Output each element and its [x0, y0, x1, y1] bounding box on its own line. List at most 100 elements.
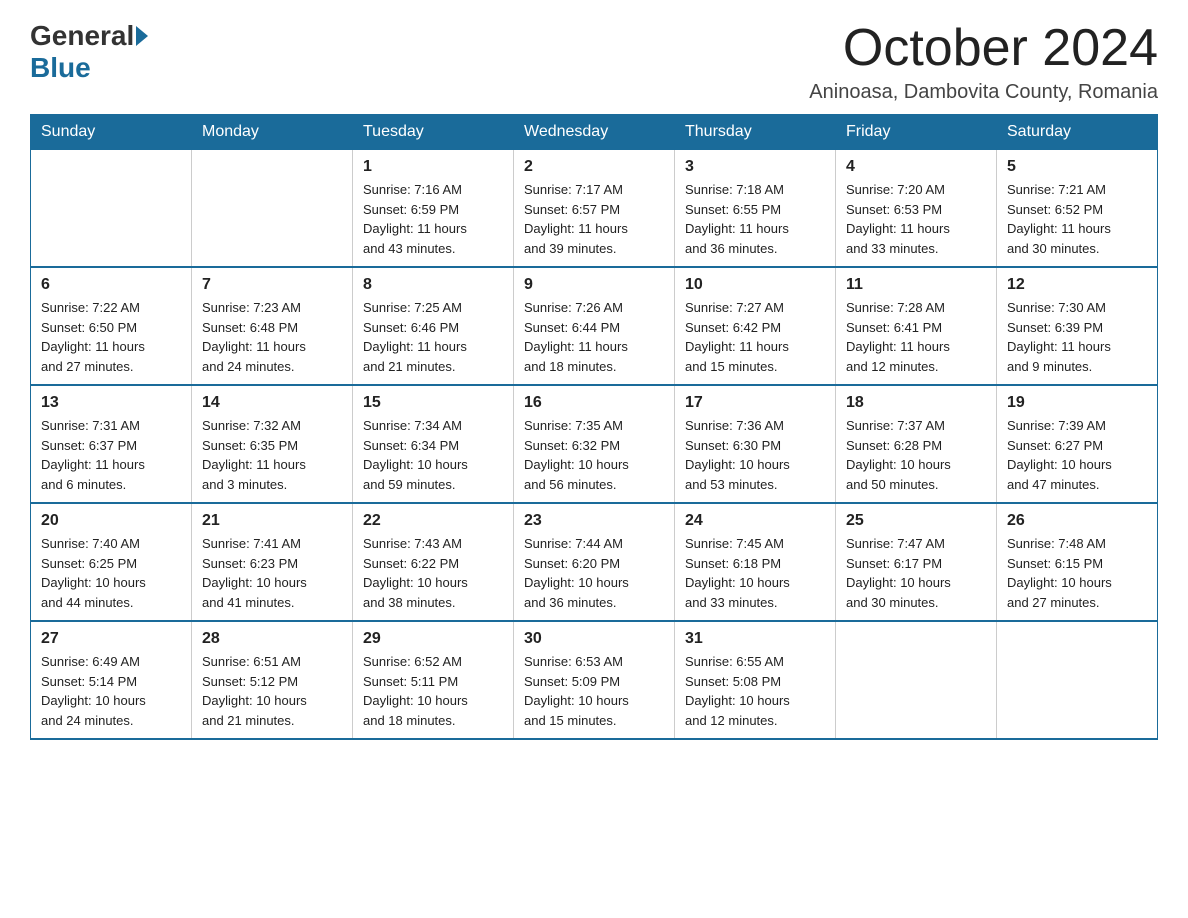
- calendar-cell: 21 Sunrise: 7:41 AMSunset: 6:23 PMDayligh…: [192, 503, 353, 621]
- day-number: 4: [846, 158, 986, 176]
- day-info: Sunrise: 6:51 AMSunset: 5:12 PMDaylight:…: [202, 652, 342, 730]
- day-info: Sunrise: 7:30 AMSunset: 6:39 PMDaylight:…: [1007, 298, 1147, 376]
- calendar-week-5: 27 Sunrise: 6:49 AMSunset: 5:14 PMDayligh…: [31, 621, 1158, 739]
- day-info: Sunrise: 7:28 AMSunset: 6:41 PMDaylight:…: [846, 298, 986, 376]
- calendar-cell: 7 Sunrise: 7:23 AMSunset: 6:48 PMDaylight…: [192, 267, 353, 385]
- day-number: 28: [202, 630, 342, 648]
- day-info: Sunrise: 7:20 AMSunset: 6:53 PMDaylight:…: [846, 180, 986, 258]
- day-info: Sunrise: 7:26 AMSunset: 6:44 PMDaylight:…: [524, 298, 664, 376]
- day-number: 14: [202, 394, 342, 412]
- day-info: Sunrise: 6:55 AMSunset: 5:08 PMDaylight:…: [685, 652, 825, 730]
- calendar-cell: 22Sunrise: 7:43 AMSunset: 6:22 PMDayligh…: [353, 503, 514, 621]
- calendar-cell: 24 Sunrise: 7:45 AMSunset: 6:18 PMDayligh…: [675, 503, 836, 621]
- location-text: Aninoasa, Dambovita County, Romania: [809, 81, 1158, 104]
- day-of-week-sunday: Sunday: [31, 115, 192, 150]
- day-number: 6: [41, 276, 181, 294]
- calendar-cell: 12Sunrise: 7:30 AMSunset: 6:39 PMDayligh…: [997, 267, 1158, 385]
- day-number: 23: [524, 512, 664, 530]
- calendar-cell: 31Sunrise: 6:55 AMSunset: 5:08 PMDayligh…: [675, 621, 836, 739]
- calendar-cell: 4 Sunrise: 7:20 AMSunset: 6:53 PMDaylight…: [836, 150, 997, 268]
- calendar-cell: 23 Sunrise: 7:44 AMSunset: 6:20 PMDayligh…: [514, 503, 675, 621]
- calendar-cell: 9Sunrise: 7:26 AMSunset: 6:44 PMDaylight…: [514, 267, 675, 385]
- calendar-cell: 25Sunrise: 7:47 AMSunset: 6:17 PMDayligh…: [836, 503, 997, 621]
- day-number: 19: [1007, 394, 1147, 412]
- calendar-cell: 11 Sunrise: 7:28 AMSunset: 6:41 PMDayligh…: [836, 267, 997, 385]
- calendar-cell: [31, 150, 192, 268]
- day-info: Sunrise: 7:22 AMSunset: 6:50 PMDaylight:…: [41, 298, 181, 376]
- calendar-header: SundayMondayTuesdayWednesdayThursdayFrid…: [31, 115, 1158, 150]
- calendar-week-2: 6 Sunrise: 7:22 AMSunset: 6:50 PMDaylight…: [31, 267, 1158, 385]
- day-info: Sunrise: 7:41 AMSunset: 6:23 PMDaylight:…: [202, 534, 342, 612]
- day-info: Sunrise: 7:39 AMSunset: 6:27 PMDaylight:…: [1007, 416, 1147, 494]
- logo-general-text: General: [30, 20, 134, 52]
- day-info: Sunrise: 7:32 AMSunset: 6:35 PMDaylight:…: [202, 416, 342, 494]
- calendar-cell: 26Sunrise: 7:48 AMSunset: 6:15 PMDayligh…: [997, 503, 1158, 621]
- calendar-cell: 1Sunrise: 7:16 AMSunset: 6:59 PMDaylight…: [353, 150, 514, 268]
- day-number: 18: [846, 394, 986, 412]
- calendar-cell: 8Sunrise: 7:25 AMSunset: 6:46 PMDaylight…: [353, 267, 514, 385]
- day-info: Sunrise: 7:27 AMSunset: 6:42 PMDaylight:…: [685, 298, 825, 376]
- day-number: 27: [41, 630, 181, 648]
- day-number: 20: [41, 512, 181, 530]
- calendar-cell: 28 Sunrise: 6:51 AMSunset: 5:12 PMDayligh…: [192, 621, 353, 739]
- day-info: Sunrise: 6:53 AMSunset: 5:09 PMDaylight:…: [524, 652, 664, 730]
- logo: General Blue: [30, 20, 150, 84]
- day-info: Sunrise: 7:31 AMSunset: 6:37 PMDaylight:…: [41, 416, 181, 494]
- day-of-week-friday: Friday: [836, 115, 997, 150]
- logo-blue-text: Blue: [30, 52, 91, 84]
- page-header: General Blue October 2024 Aninoasa, Damb…: [30, 20, 1158, 104]
- day-info: Sunrise: 7:36 AMSunset: 6:30 PMDaylight:…: [685, 416, 825, 494]
- calendar-cell: 30 Sunrise: 6:53 AMSunset: 5:09 PMDayligh…: [514, 621, 675, 739]
- calendar-cell: 13 Sunrise: 7:31 AMSunset: 6:37 PMDayligh…: [31, 385, 192, 503]
- calendar-cell: [192, 150, 353, 268]
- day-number: 30: [524, 630, 664, 648]
- day-number: 10: [685, 276, 825, 294]
- calendar-cell: 29 Sunrise: 6:52 AMSunset: 5:11 PMDayligh…: [353, 621, 514, 739]
- day-info: Sunrise: 7:47 AMSunset: 6:17 PMDaylight:…: [846, 534, 986, 612]
- calendar-cell: 20Sunrise: 7:40 AMSunset: 6:25 PMDayligh…: [31, 503, 192, 621]
- calendar-cell: 17 Sunrise: 7:36 AMSunset: 6:30 PMDayligh…: [675, 385, 836, 503]
- calendar-cell: 2 Sunrise: 7:17 AMSunset: 6:57 PMDaylight…: [514, 150, 675, 268]
- day-info: Sunrise: 7:48 AMSunset: 6:15 PMDaylight:…: [1007, 534, 1147, 612]
- day-info: Sunrise: 7:21 AMSunset: 6:52 PMDaylight:…: [1007, 180, 1147, 258]
- calendar-table: SundayMondayTuesdayWednesdayThursdayFrid…: [30, 114, 1158, 740]
- logo-arrow-icon: [136, 26, 148, 46]
- day-number: 13: [41, 394, 181, 412]
- days-of-week-row: SundayMondayTuesdayWednesdayThursdayFrid…: [31, 115, 1158, 150]
- calendar-week-1: 1Sunrise: 7:16 AMSunset: 6:59 PMDaylight…: [31, 150, 1158, 268]
- day-number: 24: [685, 512, 825, 530]
- month-title: October 2024: [809, 20, 1158, 77]
- calendar-cell: 6 Sunrise: 7:22 AMSunset: 6:50 PMDaylight…: [31, 267, 192, 385]
- day-info: Sunrise: 7:17 AMSunset: 6:57 PMDaylight:…: [524, 180, 664, 258]
- calendar-body: 1Sunrise: 7:16 AMSunset: 6:59 PMDaylight…: [31, 150, 1158, 740]
- day-number: 15: [363, 394, 503, 412]
- day-number: 17: [685, 394, 825, 412]
- calendar-cell: 16 Sunrise: 7:35 AMSunset: 6:32 PMDayligh…: [514, 385, 675, 503]
- day-number: 21: [202, 512, 342, 530]
- calendar-week-3: 13 Sunrise: 7:31 AMSunset: 6:37 PMDayligh…: [31, 385, 1158, 503]
- day-info: Sunrise: 7:45 AMSunset: 6:18 PMDaylight:…: [685, 534, 825, 612]
- calendar-week-4: 20Sunrise: 7:40 AMSunset: 6:25 PMDayligh…: [31, 503, 1158, 621]
- calendar-cell: 10 Sunrise: 7:27 AMSunset: 6:42 PMDayligh…: [675, 267, 836, 385]
- day-number: 2: [524, 158, 664, 176]
- day-number: 11: [846, 276, 986, 294]
- day-info: Sunrise: 6:52 AMSunset: 5:11 PMDaylight:…: [363, 652, 503, 730]
- day-number: 29: [363, 630, 503, 648]
- day-info: Sunrise: 7:23 AMSunset: 6:48 PMDaylight:…: [202, 298, 342, 376]
- day-info: Sunrise: 7:25 AMSunset: 6:46 PMDaylight:…: [363, 298, 503, 376]
- day-number: 1: [363, 158, 503, 176]
- day-info: Sunrise: 6:49 AMSunset: 5:14 PMDaylight:…: [41, 652, 181, 730]
- day-of-week-monday: Monday: [192, 115, 353, 150]
- day-info: Sunrise: 7:18 AMSunset: 6:55 PMDaylight:…: [685, 180, 825, 258]
- calendar-cell: 5 Sunrise: 7:21 AMSunset: 6:52 PMDaylight…: [997, 150, 1158, 268]
- day-info: Sunrise: 7:37 AMSunset: 6:28 PMDaylight:…: [846, 416, 986, 494]
- day-number: 7: [202, 276, 342, 294]
- day-of-week-thursday: Thursday: [675, 115, 836, 150]
- day-info: Sunrise: 7:44 AMSunset: 6:20 PMDaylight:…: [524, 534, 664, 612]
- calendar-cell: 15 Sunrise: 7:34 AMSunset: 6:34 PMDayligh…: [353, 385, 514, 503]
- day-info: Sunrise: 7:35 AMSunset: 6:32 PMDaylight:…: [524, 416, 664, 494]
- day-info: Sunrise: 7:34 AMSunset: 6:34 PMDaylight:…: [363, 416, 503, 494]
- day-number: 5: [1007, 158, 1147, 176]
- calendar-cell: 3Sunrise: 7:18 AMSunset: 6:55 PMDaylight…: [675, 150, 836, 268]
- day-number: 16: [524, 394, 664, 412]
